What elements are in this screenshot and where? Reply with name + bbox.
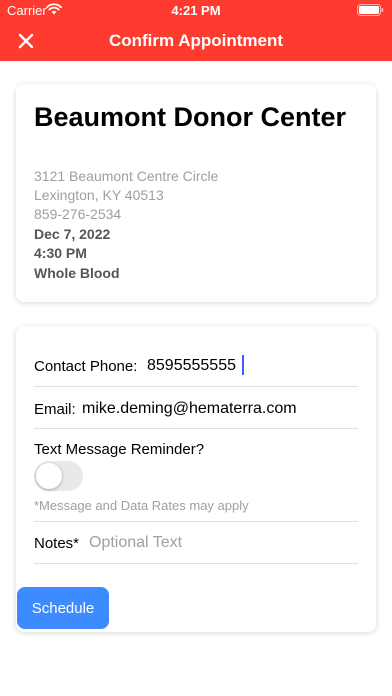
text-reminder-label: Text Message Reminder?: [34, 441, 205, 458]
center-name: Beaumont Donor Center: [34, 102, 347, 132]
email-row: Email: mike.deming@hematerra.com: [34, 387, 358, 429]
donor-center-card: Beaumont Donor Center 3121 Beaumont Cent…: [16, 84, 376, 302]
status-time: 4:21 PM: [171, 3, 221, 18]
close-icon[interactable]: [14, 29, 38, 53]
status-bar: Carrier 4:21 PM: [0, 0, 392, 20]
contact-phone-label: Contact Phone:: [34, 358, 138, 375]
contact-phone-row: Contact Phone: 8595555555: [34, 344, 358, 387]
text-reminder-toggle[interactable]: [34, 461, 83, 491]
notes-label: Notes*: [34, 535, 80, 552]
notes-row: Notes* Optional Text: [34, 522, 358, 564]
address-line-1: 3121 Beaumont Centre Circle: [34, 168, 219, 184]
center-phone: 859-276-2534: [34, 206, 122, 222]
app-header: Carrier 4:21 PM Confirm Appointment: [0, 0, 392, 61]
contact-phone-input[interactable]: 8595555555: [147, 357, 236, 375]
text-reminder-row: Text Message Reminder? *Message and Data…: [34, 429, 358, 522]
text-cursor: [242, 355, 244, 375]
donation-type: Whole Blood: [34, 265, 120, 281]
schedule-button[interactable]: Schedule: [17, 587, 109, 629]
email-label: Email:: [34, 401, 76, 418]
notes-input[interactable]: Optional Text: [89, 534, 182, 552]
toggle-knob: [36, 463, 62, 489]
battery-icon: [357, 4, 384, 16]
rates-disclaimer: *Message and Data Rates may apply: [34, 498, 249, 513]
email-input[interactable]: mike.deming@hematerra.com: [82, 400, 297, 418]
appointment-date: Dec 7, 2022: [34, 226, 111, 242]
address-line-2: Lexington, KY 40513: [34, 187, 164, 203]
appointment-time: 4:30 PM: [34, 245, 87, 261]
page-title: Confirm Appointment: [108, 31, 284, 50]
